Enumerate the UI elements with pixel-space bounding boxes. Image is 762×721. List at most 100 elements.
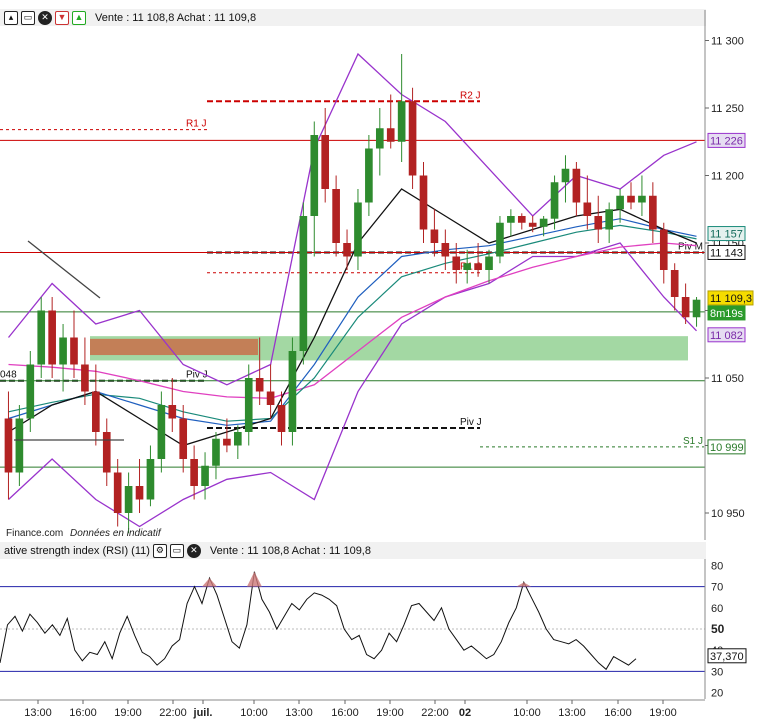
rsi-last-value-badge: 37,370: [707, 648, 747, 664]
candle-body: [288, 351, 297, 432]
x-tick-label: 13:00: [24, 707, 52, 719]
level-label: S1 J: [683, 436, 703, 447]
partial-level-label: 048: [0, 370, 17, 381]
x-tick-label: 13:00: [285, 707, 313, 719]
candle-body: [681, 297, 690, 318]
candle-body: [15, 418, 24, 473]
candle-body: [343, 243, 351, 257]
level-label: Piv J: [460, 417, 482, 428]
candle-body: [452, 256, 461, 270]
x-tick-label: 10:00: [240, 707, 268, 719]
level-label: R2 J: [460, 90, 481, 101]
candle-body: [561, 168, 570, 183]
candle-body: [627, 195, 635, 203]
candle-body: [692, 299, 701, 318]
badge-label: 11 226: [710, 135, 743, 147]
candle-body: [168, 405, 177, 419]
rsi-y-tick-label: 70: [711, 582, 723, 594]
price-badge-timer: 8m19s: [707, 305, 746, 321]
candle-body: [463, 263, 472, 270]
rsi-quote-text: Vente : 11 108,8 Achat : 11 109,8: [209, 544, 371, 557]
candle-body: [408, 101, 417, 176]
candle-body: [266, 391, 275, 405]
price-badge-ma: 11 157: [707, 226, 746, 242]
candle-body: [321, 135, 330, 189]
candle-body: [124, 486, 133, 513]
candle-body: [4, 418, 13, 473]
badge-label: 11 109,3: [710, 293, 752, 305]
wrench-icon[interactable]: ⚙: [152, 543, 167, 558]
candle-body: [485, 256, 493, 270]
candle-body: [441, 243, 450, 257]
candle-body: [517, 216, 526, 223]
price-badge-pivot: 11 143: [707, 244, 746, 260]
maximize-icon[interactable]: ▭: [169, 543, 184, 558]
candle-body: [244, 378, 253, 432]
x-tick-label: 16:00: [604, 707, 632, 719]
x-tick-label: 19:00: [114, 707, 142, 719]
candle-body: [670, 270, 679, 297]
y-tick-label: 10 950: [711, 508, 745, 520]
candle-body: [332, 189, 340, 243]
candle-body: [81, 364, 89, 392]
rsi-chart[interactable]: 8070605040302037,370 13:0016:0019:0022:0…: [0, 559, 762, 721]
candle-body: [179, 418, 188, 459]
candle-body: [70, 337, 78, 365]
candle-body: [201, 465, 209, 486]
candle-body: [113, 472, 122, 513]
y-tick-label: 11 250: [711, 103, 744, 115]
candle-body: [659, 229, 668, 270]
badge-label: 11 082: [710, 330, 743, 342]
candle-body: [496, 222, 504, 257]
candle-body: [649, 195, 657, 230]
candle[interactable]: [299, 202, 308, 365]
rsi-y-tick-label: 50: [711, 622, 725, 636]
x-tick-label: juil.: [193, 707, 213, 719]
rsi-y-tick-label: 80: [711, 560, 723, 572]
x-tick-label: 02: [459, 707, 471, 719]
badge-label: 10 999: [710, 442, 744, 454]
candle-body: [365, 148, 373, 203]
candle-body: [616, 195, 624, 210]
candle-body: [572, 168, 581, 203]
x-tick-label: 22:00: [421, 707, 449, 719]
level-label: R1 J: [186, 119, 207, 130]
candle-body: [255, 378, 264, 392]
candle-body: [223, 438, 231, 446]
candle-body: [146, 459, 155, 500]
price-chart[interactable]: R2 JR1 JR1 JPiv JPiv JPiv MS1 J048 11 30…: [0, 0, 762, 540]
x-tick-label: 22:00: [159, 707, 187, 719]
rsi-y-tick-label: 30: [711, 666, 723, 678]
candle-body: [190, 459, 198, 486]
candle[interactable]: [496, 216, 504, 264]
x-tick-label: 13:00: [558, 707, 586, 719]
badge-label: 37,370: [710, 651, 744, 663]
candle-body: [397, 101, 406, 142]
candle-body: [37, 310, 46, 365]
candle-body: [594, 216, 603, 230]
candle-body: [92, 391, 100, 432]
candle-body: [419, 175, 428, 230]
candle-body: [507, 216, 515, 223]
x-tick-label: 10:00: [513, 707, 541, 719]
candle-body: [277, 405, 286, 432]
candle-body: [474, 263, 482, 270]
candle-body: [539, 218, 548, 227]
badge-label: 11 143: [710, 247, 743, 259]
candle[interactable]: [408, 87, 417, 189]
y-tick-label: 11 050: [711, 373, 744, 385]
y-tick-label: 11 300: [711, 36, 744, 48]
price-badge-bollinger: 11 226: [707, 132, 746, 148]
x-tick-label: 16:00: [331, 707, 359, 719]
x-tick-label: 19:00: [649, 707, 677, 719]
y-tick-label: 11 200: [711, 171, 744, 183]
close-icon[interactable]: ✕: [186, 543, 201, 558]
candle-body: [375, 128, 384, 149]
price-badge-support: 10 999: [707, 439, 746, 455]
price-badge-last: 11 109,3: [707, 290, 754, 306]
candle-body: [212, 438, 220, 466]
candle-body: [310, 135, 319, 216]
candle-body: [354, 202, 362, 257]
candle-body: [583, 202, 592, 216]
candle[interactable]: [288, 337, 297, 446]
